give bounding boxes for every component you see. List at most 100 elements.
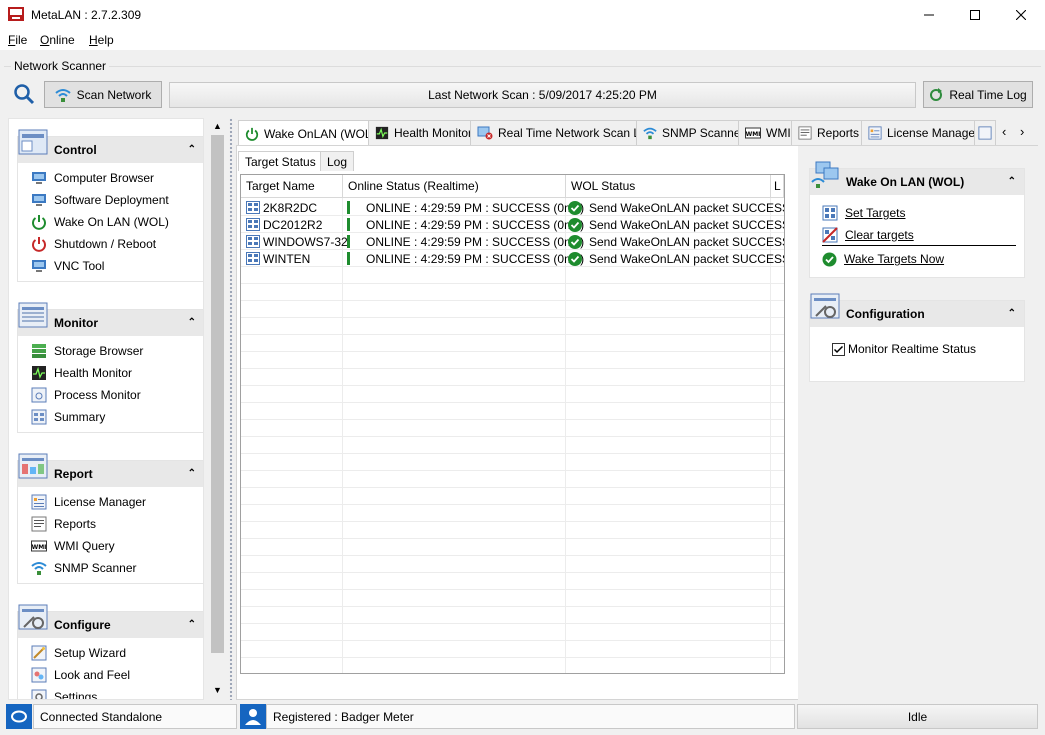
computer-icon bbox=[246, 235, 260, 248]
nav-software-deployment[interactable]: Software Deployment bbox=[18, 189, 203, 211]
summary-icon bbox=[31, 409, 47, 425]
monitor-realtime-checkbox[interactable] bbox=[832, 342, 845, 356]
tab-overflow[interactable] bbox=[974, 120, 996, 145]
scan-network-button[interactable]: Scan Network bbox=[44, 81, 162, 108]
column-online-status[interactable]: Online Status (Realtime) bbox=[343, 175, 566, 198]
empty-row bbox=[241, 386, 784, 403]
empty-row bbox=[241, 437, 784, 454]
empty-row bbox=[241, 471, 784, 488]
left-panel-scrollbar[interactable]: ▲ ▼ bbox=[209, 118, 226, 700]
reports-icon bbox=[798, 126, 812, 140]
nav-vnc-tool[interactable]: VNC Tool bbox=[18, 255, 203, 277]
subtab-log[interactable]: Log bbox=[320, 151, 355, 171]
success-check-icon bbox=[568, 251, 582, 266]
nav-storage-browser[interactable]: Storage Browser bbox=[18, 340, 203, 362]
last-network-scan: Last Network Scan : 5/09/2017 4:25:20 PM bbox=[169, 82, 916, 108]
search-icon[interactable] bbox=[13, 83, 35, 105]
power-green-icon bbox=[245, 127, 259, 141]
group-wol-header[interactable]: Wake On LAN (WOL) ⌃ bbox=[810, 161, 1024, 195]
menu-online[interactable]: Online bbox=[40, 33, 75, 47]
nav-snmp-scanner[interactable]: SNMP Scanner bbox=[18, 557, 203, 579]
column-extra[interactable]: L bbox=[771, 175, 784, 198]
nav-health-monitor[interactable]: Health Monitor bbox=[18, 362, 203, 384]
tab-wake-on-lan[interactable]: Wake OnLAN (WOL) bbox=[238, 120, 383, 146]
scroll-up-icon[interactable]: ▲ bbox=[213, 121, 222, 131]
tab-real-time-network-scan-log[interactable]: Real Time Network Scan Log bbox=[470, 120, 661, 145]
nav-summary[interactable]: Summary bbox=[18, 406, 203, 428]
nav-process-monitor[interactable]: Process Monitor bbox=[18, 384, 203, 406]
clear-targets-link[interactable]: Clear targets bbox=[822, 224, 1016, 246]
subtab-target-status[interactable]: Target Status bbox=[238, 151, 323, 171]
success-check-icon bbox=[822, 252, 837, 266]
set-targets-link[interactable]: Set Targets bbox=[822, 202, 1024, 224]
group-configure-header[interactable]: Configure ⌃ bbox=[18, 604, 203, 638]
empty-row bbox=[241, 420, 784, 437]
nav-computer-browser[interactable]: Computer Browser bbox=[18, 167, 203, 189]
nav-shutdown-reboot[interactable]: Shutdown / Reboot bbox=[18, 233, 203, 255]
collapse-chevron-icon[interactable]: ⌃ bbox=[188, 468, 196, 479]
nav-license-manager[interactable]: License Manager bbox=[18, 491, 203, 513]
success-check-icon bbox=[568, 217, 582, 232]
tab-health-monitor[interactable]: Health Monitor bbox=[368, 120, 480, 145]
group-configuration: Configuration ⌃ Monitor Realtime Status bbox=[809, 293, 1025, 382]
empty-row bbox=[241, 539, 784, 556]
group-control: Control ⌃ Computer Browser Software Depl… bbox=[17, 129, 203, 282]
real-time-log-button[interactable]: Real Time Log bbox=[923, 81, 1033, 108]
group-control-header[interactable]: Control ⌃ bbox=[18, 129, 203, 163]
snmp-icon bbox=[31, 562, 47, 575]
wmi-icon: WMI bbox=[31, 540, 47, 552]
empty-row bbox=[241, 556, 784, 573]
table-row[interactable]: WINDOWS7-32 ONLINE : 4:29:59 PM : SUCCES… bbox=[241, 233, 784, 250]
nav-settings[interactable]: Settings bbox=[18, 686, 203, 699]
maximize-button[interactable] bbox=[952, 0, 998, 30]
table-row[interactable]: WINTEN ONLINE : 4:29:59 PM : SUCCESS (0m… bbox=[241, 250, 784, 267]
menu-file[interactable]: File bbox=[8, 33, 27, 47]
panel-splitter[interactable] bbox=[229, 118, 233, 700]
group-monitor-header[interactable]: Monitor ⌃ bbox=[18, 302, 203, 336]
menu-help[interactable]: Help bbox=[89, 33, 114, 47]
collapse-chevron-icon[interactable]: ⌃ bbox=[1008, 176, 1016, 187]
collapse-chevron-icon[interactable]: ⌃ bbox=[188, 317, 196, 328]
left-panel-content: Control ⌃ Computer Browser Software Depl… bbox=[8, 118, 204, 700]
status-connection: Connected Standalone bbox=[33, 704, 237, 729]
wake-targets-now-link[interactable]: Wake Targets Now bbox=[822, 246, 1024, 272]
nav-look-and-feel[interactable]: Look and Feel bbox=[18, 664, 203, 686]
monitor-icon bbox=[32, 194, 46, 206]
tab-scroll-right-icon[interactable]: › bbox=[1020, 124, 1024, 139]
group-configuration-header[interactable]: Configuration ⌃ bbox=[810, 293, 1024, 327]
column-wol-status[interactable]: WOL Status bbox=[566, 175, 771, 198]
column-target-name[interactable]: Target Name bbox=[241, 175, 343, 198]
tab-scroll-left-icon[interactable]: ‹ bbox=[1002, 124, 1006, 139]
tab-license-manager[interactable]: License Manager bbox=[861, 120, 987, 145]
close-button[interactable] bbox=[998, 0, 1044, 30]
empty-row bbox=[241, 403, 784, 420]
tab-wmi[interactable]: WMI WMI bbox=[738, 120, 798, 145]
settings-icon bbox=[978, 126, 992, 140]
nav-wake-on-lan[interactable]: Wake On LAN (WOL) bbox=[18, 211, 203, 233]
empty-row bbox=[241, 573, 784, 590]
tab-snmp-scanner[interactable]: SNMP Scanner bbox=[636, 120, 752, 145]
nav-reports[interactable]: Reports bbox=[18, 513, 203, 535]
monitor-icon bbox=[32, 260, 46, 272]
scroll-down-icon[interactable]: ▼ bbox=[213, 685, 222, 695]
configure-group-icon bbox=[18, 604, 48, 630]
status-registered: Registered : Badger Meter bbox=[266, 704, 795, 729]
collapse-chevron-icon[interactable]: ⌃ bbox=[1008, 308, 1016, 319]
tab-reports[interactable]: Reports bbox=[791, 120, 867, 145]
scroll-thumb[interactable] bbox=[211, 135, 224, 653]
monitor-realtime-option[interactable]: Monitor Realtime Status bbox=[810, 327, 1024, 356]
title-bar bbox=[0, 0, 1045, 30]
online-indicator bbox=[347, 252, 350, 265]
collapse-chevron-icon[interactable]: ⌃ bbox=[188, 619, 196, 630]
table-row[interactable]: DC2012R2 ONLINE : 4:29:59 PM : SUCCESS (… bbox=[241, 216, 784, 233]
nav-setup-wizard[interactable]: Setup Wizard bbox=[18, 642, 203, 664]
collapse-chevron-icon[interactable]: ⌃ bbox=[188, 144, 196, 155]
configuration-group-icon bbox=[810, 293, 840, 319]
group-report-header[interactable]: Report ⌃ bbox=[18, 453, 203, 487]
minimize-button[interactable] bbox=[906, 0, 952, 30]
process-icon bbox=[31, 387, 47, 403]
table-row[interactable]: 2K8R2DC ONLINE : 4:29:59 PM : SUCCESS (0… bbox=[241, 199, 784, 216]
empty-row bbox=[241, 624, 784, 641]
minimize-icon bbox=[924, 14, 934, 16]
nav-wmi-query[interactable]: WMI WMI Query bbox=[18, 535, 203, 557]
